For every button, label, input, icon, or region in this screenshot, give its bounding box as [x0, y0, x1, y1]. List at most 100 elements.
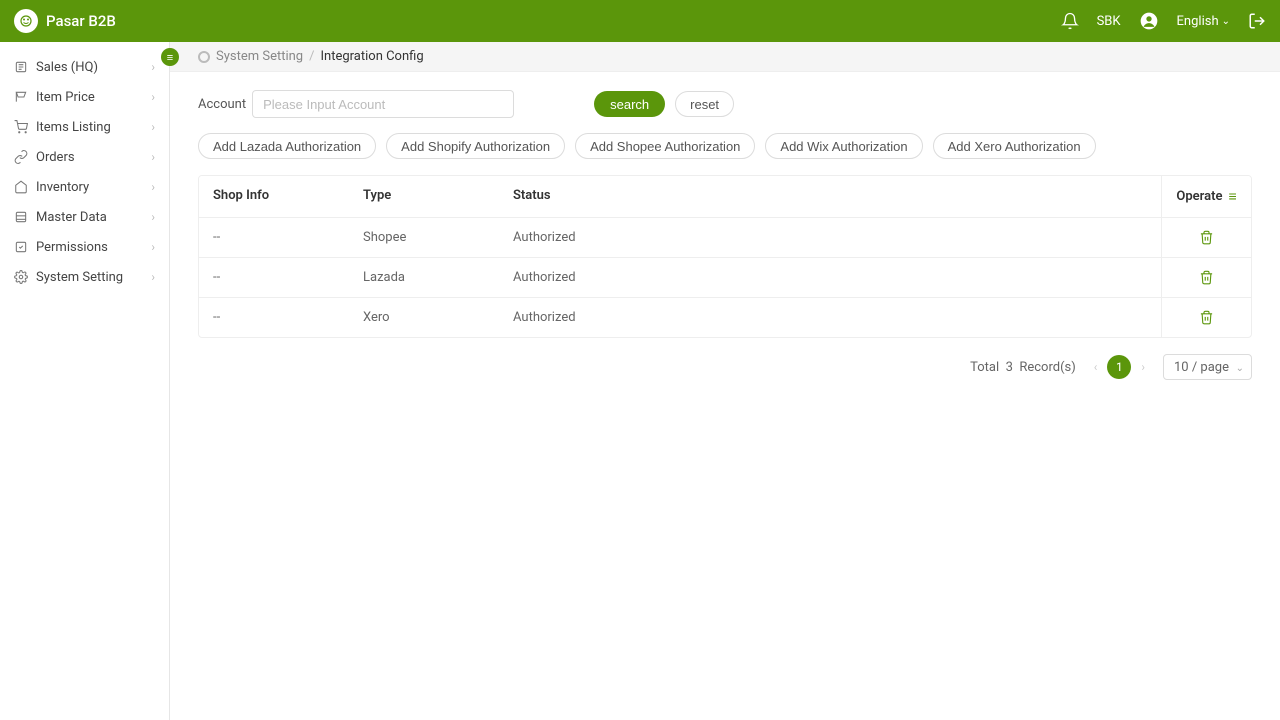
language-selector[interactable]: English ⌄ — [1177, 14, 1230, 29]
user-code: SBK — [1097, 14, 1121, 29]
chevron-down-icon: ⌄ — [1222, 16, 1230, 27]
th-status: Status — [499, 176, 1161, 217]
next-page-icon[interactable]: › — [1137, 358, 1149, 376]
sidebar-item-label: Permissions — [36, 240, 108, 255]
breadcrumb-icon — [198, 51, 210, 63]
breadcrumb-separator: / — [309, 49, 314, 64]
delete-icon[interactable] — [1199, 270, 1214, 285]
search-button[interactable]: search — [594, 91, 665, 117]
chevron-right-icon: › — [151, 150, 155, 164]
add-xero-auth-button[interactable]: Add Xero Authorization — [933, 133, 1096, 159]
app-title: Pasar B2B — [46, 12, 116, 30]
column-menu-icon[interactable]: ≡ — [1228, 188, 1236, 205]
td-shop: -- — [199, 258, 349, 297]
td-shop: -- — [199, 218, 349, 257]
chevron-right-icon: › — [151, 270, 155, 284]
content-area: System Setting / Integration Config Acco… — [170, 42, 1280, 720]
hamburger-icon: ≡ — [167, 51, 173, 64]
reset-button[interactable]: reset — [675, 91, 734, 117]
chevron-right-icon: › — [151, 120, 155, 134]
td-operate — [1161, 218, 1251, 257]
td-type: Xero — [349, 298, 499, 337]
notifications-icon[interactable] — [1061, 12, 1079, 30]
td-operate — [1161, 298, 1251, 337]
chevron-down-icon: ⌄ — [1236, 363, 1244, 374]
sidebar-item-label: Sales (HQ) — [36, 60, 98, 75]
sidebar-item-label: Master Data — [36, 210, 107, 225]
add-shopify-auth-button[interactable]: Add Shopify Authorization — [386, 133, 565, 159]
chevron-right-icon: › — [151, 180, 155, 194]
sidebar-item-label: Orders — [36, 150, 75, 165]
delete-icon[interactable] — [1199, 230, 1214, 245]
inventory-icon — [14, 180, 28, 194]
td-type: Shopee — [349, 218, 499, 257]
table-row: -- Shopee Authorized — [199, 218, 1251, 257]
delete-icon[interactable] — [1199, 310, 1214, 325]
td-status: Authorized — [499, 258, 1161, 297]
th-operate-label: Operate — [1176, 189, 1222, 204]
logout-icon[interactable] — [1248, 12, 1266, 30]
app-logo — [14, 9, 38, 33]
sidebar-item-inventory[interactable]: Inventory › — [0, 172, 169, 202]
sales-icon — [14, 60, 28, 74]
add-wix-auth-button[interactable]: Add Wix Authorization — [765, 133, 922, 159]
settings-icon — [14, 270, 28, 284]
th-type: Type — [349, 176, 499, 217]
sidebar: ≡ Sales (HQ) › Item Price › Items Listin… — [0, 42, 170, 720]
account-label: Account — [198, 97, 246, 112]
sidebar-item-item-price[interactable]: Item Price › — [0, 82, 169, 112]
breadcrumb: System Setting / Integration Config — [170, 42, 1280, 72]
breadcrumb-current: Integration Config — [320, 49, 423, 64]
table-body: -- Shopee Authorized -- Lazada Authorize… — [199, 218, 1251, 337]
user-avatar-icon[interactable] — [1139, 11, 1159, 31]
sidebar-item-sales[interactable]: Sales (HQ) › — [0, 52, 169, 82]
app-header: Pasar B2B SBK English ⌄ — [0, 0, 1280, 42]
authorization-buttons: Add Lazada Authorization Add Shopify Aut… — [198, 133, 1252, 159]
table-row: -- Xero Authorized — [199, 297, 1251, 337]
permissions-icon — [14, 240, 28, 254]
pagination-footer: Total 3 Record(s) ‹ 1 › 10 / page ⌄ — [198, 354, 1252, 380]
sidebar-item-label: Items Listing — [36, 120, 111, 135]
td-type: Lazada — [349, 258, 499, 297]
breadcrumb-parent[interactable]: System Setting — [216, 49, 303, 64]
price-icon — [14, 90, 28, 104]
chevron-right-icon: › — [151, 210, 155, 224]
sidebar-item-orders[interactable]: Orders › — [0, 142, 169, 172]
total-label: Total 3 Record(s) — [970, 360, 1076, 375]
listing-icon — [14, 120, 28, 134]
prev-page-icon[interactable]: ‹ — [1090, 358, 1102, 376]
add-shopee-auth-button[interactable]: Add Shopee Authorization — [575, 133, 755, 159]
account-input[interactable] — [252, 90, 514, 118]
sidebar-item-label: Item Price — [36, 90, 95, 105]
td-status: Authorized — [499, 218, 1161, 257]
sidebar-toggle[interactable]: ≡ — [161, 48, 179, 66]
table-header: Shop Info Type Status Operate ≡ — [199, 176, 1251, 218]
sidebar-item-label: System Setting — [36, 270, 123, 285]
sidebar-item-system-setting[interactable]: System Setting › — [0, 262, 169, 292]
chevron-right-icon: › — [151, 240, 155, 254]
table-row: -- Lazada Authorized — [199, 257, 1251, 297]
language-label: English — [1177, 14, 1219, 29]
master-data-icon — [14, 210, 28, 224]
header-left: Pasar B2B — [14, 9, 116, 33]
pager: ‹ 1 › — [1090, 355, 1149, 379]
th-shop-info: Shop Info — [199, 176, 349, 217]
sidebar-item-permissions[interactable]: Permissions › — [0, 232, 169, 262]
chevron-right-icon: › — [151, 60, 155, 74]
integrations-table: Shop Info Type Status Operate ≡ -- Shope… — [198, 175, 1252, 338]
per-page-label: 10 / page — [1174, 360, 1229, 375]
orders-icon — [14, 150, 28, 164]
td-status: Authorized — [499, 298, 1161, 337]
sidebar-item-items-listing[interactable]: Items Listing › — [0, 112, 169, 142]
td-shop: -- — [199, 298, 349, 337]
header-right: SBK English ⌄ — [1061, 11, 1266, 31]
add-lazada-auth-button[interactable]: Add Lazada Authorization — [198, 133, 376, 159]
chevron-right-icon: › — [151, 90, 155, 104]
sidebar-item-label: Inventory — [36, 180, 89, 195]
current-page[interactable]: 1 — [1107, 355, 1131, 379]
filter-row: Account search reset — [198, 90, 1252, 118]
th-operate: Operate ≡ — [1161, 176, 1251, 217]
td-operate — [1161, 258, 1251, 297]
sidebar-item-master-data[interactable]: Master Data › — [0, 202, 169, 232]
per-page-selector[interactable]: 10 / page ⌄ — [1163, 354, 1252, 380]
